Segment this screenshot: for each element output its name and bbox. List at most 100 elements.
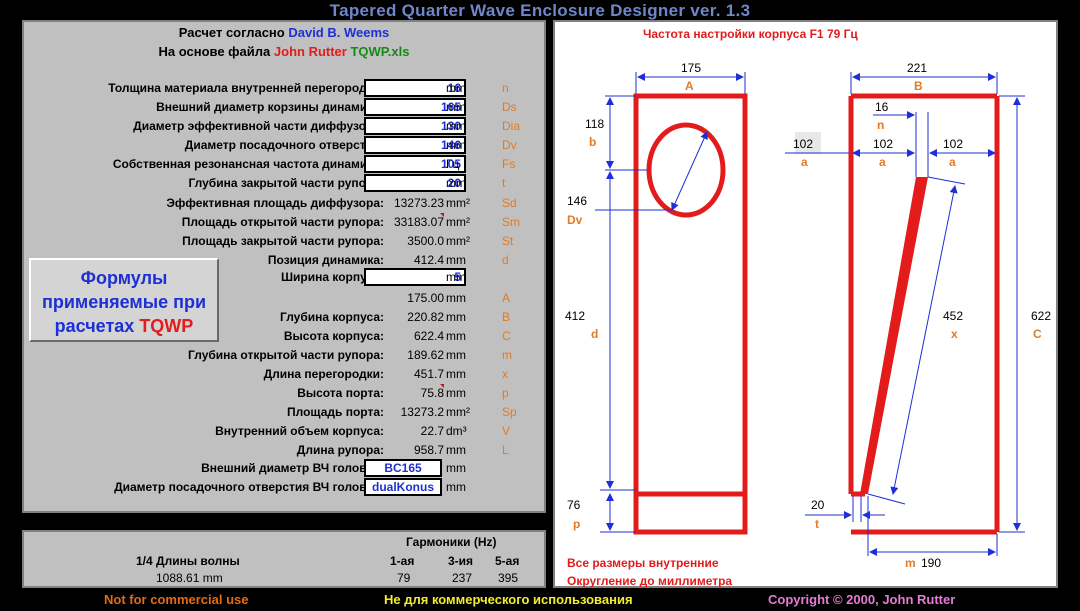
param-symbol: Fs: [502, 157, 516, 171]
param-row: Глубина закрытой части рупора: 20 mm t: [24, 174, 546, 193]
footer-copyright: Copyright © 2000, John Rutter: [768, 592, 956, 607]
n-symbol: n: [877, 118, 884, 132]
harmonic-1-value: 79: [397, 571, 411, 585]
m-symbol: m: [905, 556, 916, 570]
param-value: 22.7: [420, 424, 444, 438]
c-symbol: C: [1033, 327, 1042, 341]
param-row: Длина перегородки: 451.7 mm x: [24, 365, 546, 384]
param-unit: mm: [446, 253, 466, 267]
param-unit: mm: [446, 310, 466, 324]
header-line-1-prefix: Расчет согласно: [178, 25, 285, 40]
param-label: Глубина открытой части рупора:: [188, 348, 384, 362]
param-symbol: L: [502, 443, 509, 457]
b-value: 118: [585, 117, 604, 131]
harmonics-title: Гармоники (Hz): [406, 535, 497, 549]
param-symbol: m: [502, 348, 512, 362]
t-value: 20: [811, 498, 825, 512]
footer-not-commercial-ru: Не для коммерческого использования: [384, 592, 633, 607]
formulas-button-line-3-prefix: расчетах: [54, 316, 135, 336]
param-label: Диаметр эффективной части диффузора:: [133, 119, 384, 133]
note-rounding: Округление до миллиметра: [567, 574, 732, 588]
param-label: Площадь закрытой части рупора:: [182, 234, 384, 248]
param-row: Высота порта: 75.8 mm p: [24, 384, 546, 403]
header-line-2-prefix: На основе файла: [158, 44, 271, 59]
param-value: 451.7: [413, 367, 444, 381]
param-value: 3500.0: [407, 234, 444, 248]
param-symbol: Dia: [502, 119, 521, 133]
param-input[interactable]: BC165: [364, 459, 442, 477]
param-label: Диаметр посадочного отверстия ВЧ головки…: [114, 480, 384, 494]
bb-symbol: B: [914, 79, 923, 93]
quarter-wave-label: 1/4 Длины волны: [136, 554, 240, 568]
p-value: 76: [567, 498, 581, 512]
param-unit: Гц: [446, 157, 460, 171]
param-row: Эффективная площадь диффузора: 13273.23 mm…: [24, 194, 546, 213]
param-row: Толщина материала внутренней перегородки…: [24, 79, 546, 98]
param-unit: mm²: [446, 234, 470, 248]
param-value: 75.8: [420, 386, 444, 400]
param-symbol: C: [502, 329, 511, 343]
param-symbol: t: [502, 176, 506, 190]
note-internal-dimensions: Все размеры внутренние: [567, 556, 719, 570]
param-value: 412.4: [413, 253, 444, 267]
param-label: Эффективная площадь диффузора:: [166, 196, 384, 210]
header-line-1: Расчет согласно David B. Weems: [24, 25, 544, 40]
harmonics-panel: Гармоники (Hz) 1/4 Длины волны 1088.61 m…: [22, 530, 546, 588]
param-unit: mm: [446, 386, 466, 400]
param-symbol: Sm: [502, 215, 520, 229]
param-label: Внешний диаметр ВЧ головки:: [201, 461, 384, 475]
param-unit: dm³: [446, 424, 467, 438]
param-row: Диаметр посадочного отверстия ВЧ головки…: [24, 478, 546, 497]
formulas-button-line-1: Формулы: [80, 268, 168, 288]
param-unit: mm: [446, 329, 466, 343]
param-value: 33183.07: [393, 215, 444, 229]
header-file-name: TQWP.xls: [350, 44, 410, 59]
param-symbol: Sd: [502, 196, 517, 210]
param-row: Внутренний объем корпуса: 22.7 dm³ V: [24, 422, 546, 441]
bb-value: 221: [907, 61, 927, 75]
formulas-button-line-2: применяемые при: [41, 292, 207, 312]
m-value: 190: [921, 556, 941, 570]
param-value: 13273.23: [393, 196, 444, 210]
param-unit: mm: [446, 138, 466, 152]
front-panel-outline: [633, 93, 748, 535]
x-value: 452: [943, 309, 963, 323]
d-symbol: d: [591, 327, 598, 341]
param-value: 220.82: [407, 310, 444, 324]
param-label: Диаметр посадочного отверстия:: [184, 138, 384, 152]
comment-marker-icon: [440, 213, 444, 217]
side-view: 221 B 16 n 102 a 102 a 102 a 452 x 622 C…: [785, 61, 1051, 570]
footer-not-commercial-en: Not for commercial use: [104, 592, 249, 607]
param-symbol: Dv: [502, 138, 517, 152]
harmonic-3-value: 237: [452, 571, 473, 585]
p-symbol: p: [573, 517, 580, 531]
enclosure-diagram: Частота настройки корпуса F1 79 Гц 175 A…: [565, 27, 1051, 588]
driver-cutout: [646, 122, 726, 218]
formulas-button[interactable]: Формулы применяемые при расчетах TQWP: [29, 258, 219, 342]
param-symbol: x: [502, 367, 508, 381]
param-label: Площадь открытой части рупора:: [181, 215, 384, 229]
param-row: Длина рупора: 958.7 mm L: [24, 441, 546, 460]
param-value: 958.7: [413, 443, 444, 457]
param-label: Собственная резонансная частота динамика…: [112, 157, 384, 171]
param-symbol: V: [502, 424, 511, 438]
a3-value: 102: [943, 137, 963, 151]
harmonic-5-label: 5-ая: [495, 554, 520, 568]
harmonic-1-label: 1-ая: [390, 554, 415, 568]
param-symbol: Ds: [502, 100, 517, 114]
formulas-button-line-3: расчетах TQWP: [31, 314, 217, 338]
a-value: 175: [681, 61, 701, 75]
param-value: 622.4: [413, 329, 444, 343]
a-symbol: A: [685, 79, 694, 93]
n-value: 16: [875, 100, 889, 114]
front-view: 175 A 118 b 146 Dv 412 d 76 p: [565, 61, 748, 535]
param-value: 189.62: [407, 348, 444, 362]
a3-symbol: a: [949, 155, 956, 169]
x-symbol: x: [951, 327, 958, 341]
param-label: Внутренний объем корпуса:: [215, 424, 384, 438]
dv-dimension-line: [671, 131, 708, 211]
param-unit: mm²: [446, 196, 470, 210]
param-symbol: St: [502, 234, 514, 248]
param-symbol: B: [502, 310, 511, 324]
param-input[interactable]: dualKonus: [364, 478, 442, 496]
